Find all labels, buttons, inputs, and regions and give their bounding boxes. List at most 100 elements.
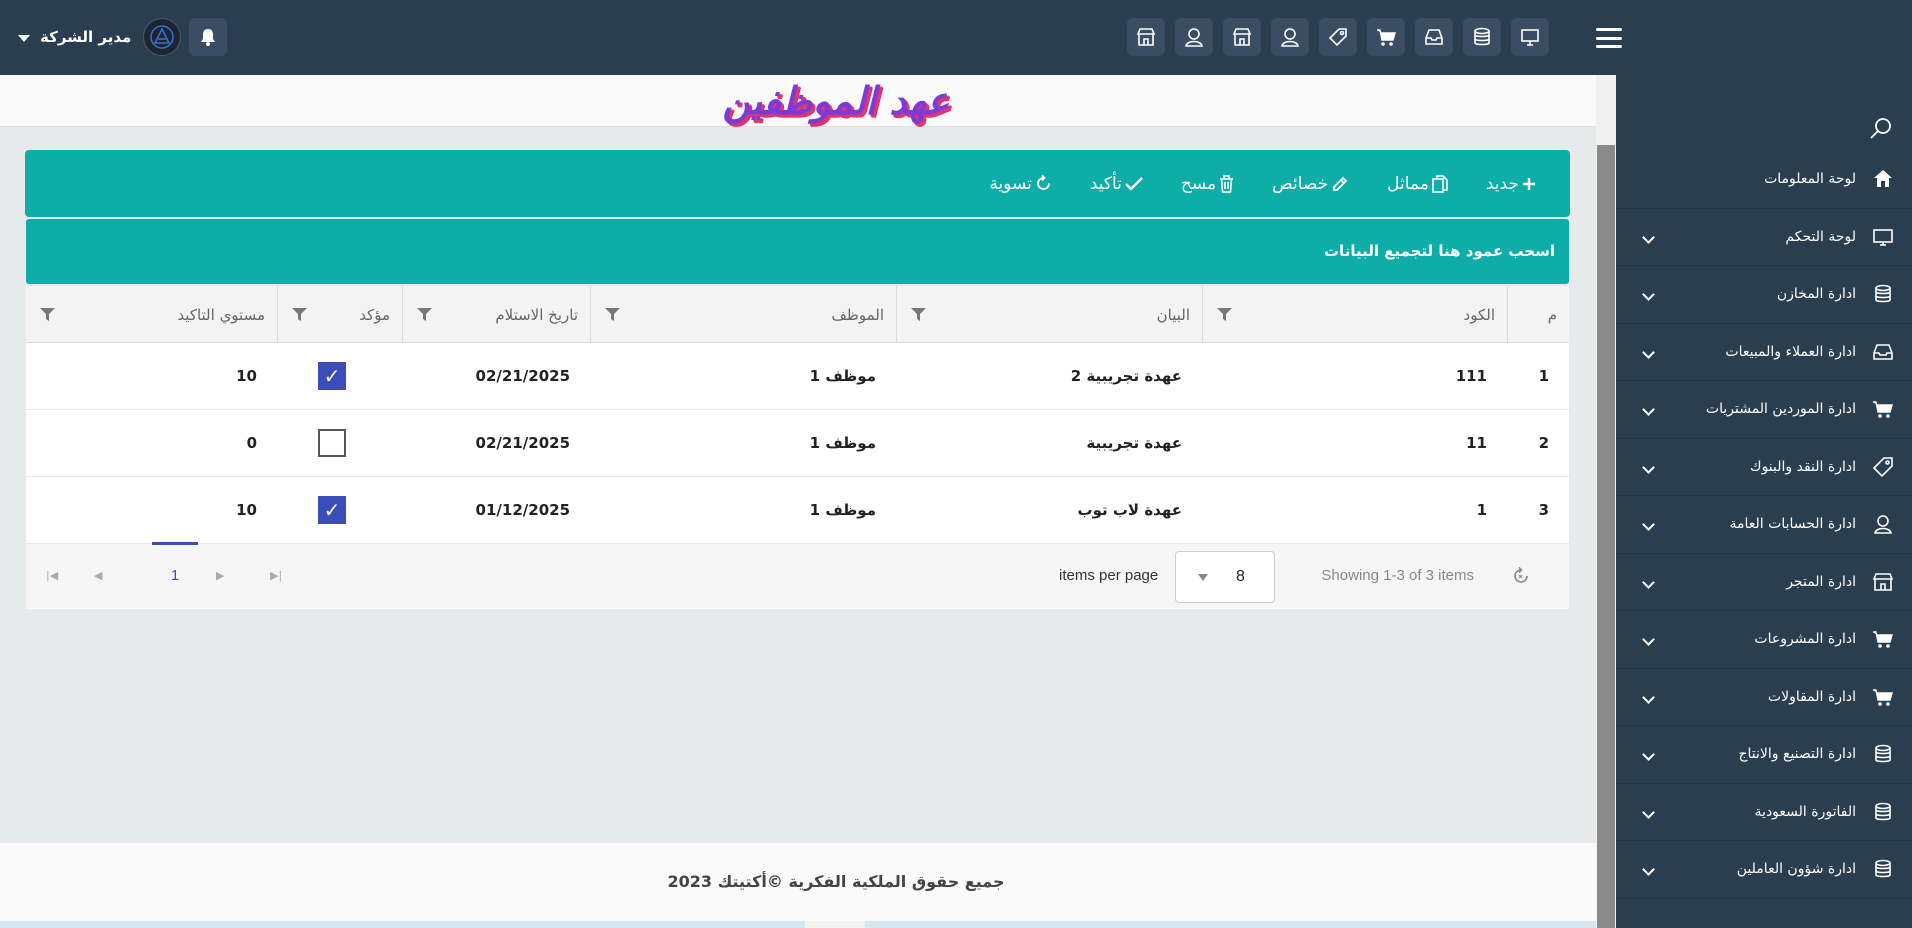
chevron-down-icon[interactable] <box>1642 518 1655 531</box>
purchases-shortcut-button[interactable] <box>1367 18 1405 56</box>
sidebar-item-label: ادارة التصنيع والانتاج <box>1738 746 1857 763</box>
accounts-shortcut-button-2[interactable] <box>1271 18 1309 56</box>
caret-down-icon[interactable] <box>18 34 30 42</box>
properties-label: خصائص <box>1272 173 1329 194</box>
chevron-down-icon[interactable] <box>1642 748 1655 761</box>
scrollbar-thumb[interactable] <box>1597 145 1615 928</box>
chevron-down-icon[interactable] <box>1642 805 1655 819</box>
group-drop-zone[interactable]: اسحب عمود هنا لتجميع البيانات <box>26 219 1569 284</box>
user-name[interactable]: مدير الشركة <box>40 28 131 46</box>
chevron-down-icon[interactable] <box>1642 460 1655 474</box>
filter-icon[interactable] <box>1217 308 1232 321</box>
filter-icon[interactable] <box>911 308 926 321</box>
sidebar-search-button[interactable] <box>1868 115 1894 145</box>
notifications-button[interactable] <box>189 18 228 56</box>
sidebar-item[interactable]: ادارة الموردين المشتريات <box>1616 381 1912 439</box>
group-hint: اسحب عمود هنا لتجميع البيانات <box>1323 242 1555 260</box>
sidebar-item[interactable]: ادارة العملاء والمبيعات <box>1616 324 1912 381</box>
sidebar-item[interactable]: الفاتورة السعودية <box>1616 784 1912 841</box>
column-header-statement[interactable]: البيان <box>896 286 1202 343</box>
chevron-down-icon[interactable] <box>1642 575 1655 589</box>
tag-icon <box>1870 454 1896 480</box>
refresh-button[interactable] <box>1511 566 1531 590</box>
filter-icon[interactable] <box>40 308 55 321</box>
cell-text: عهدة تجريبية <box>1086 434 1182 452</box>
settle-button[interactable]: تسوية <box>989 174 1052 194</box>
cell-text: 0 <box>246 434 257 452</box>
confirmed-checkbox[interactable]: ✓ <box>318 362 346 390</box>
confirmed-checkbox[interactable]: ✓ <box>318 496 346 524</box>
horizontal-scrollbar-thumb[interactable] <box>805 921 865 928</box>
avatar[interactable] <box>143 18 182 56</box>
sidebar-item[interactable]: ادارة النقد والبنوك <box>1616 439 1912 496</box>
store-shortcut-button[interactable] <box>1127 18 1165 56</box>
dashboard-shortcut-button[interactable] <box>1511 18 1549 56</box>
page-size-select[interactable]: 8 <box>1175 551 1275 603</box>
cell-text: 01/12/2025 <box>475 501 570 519</box>
column-header-confirmed[interactable]: مؤكد <box>277 286 402 343</box>
horizontal-scrollbar[interactable] <box>0 921 1596 928</box>
sidebar-item-label: ادارة المتجر <box>1786 573 1856 590</box>
filter-icon[interactable] <box>605 308 620 321</box>
page-number-current[interactable]: 1 <box>152 542 198 609</box>
confirm-button[interactable]: تأكيد <box>1090 174 1143 194</box>
menu-toggle-button[interactable] <box>1596 28 1622 48</box>
sidebar-item[interactable]: ادارة المقاولات <box>1616 669 1912 726</box>
column-header-confirm-level[interactable]: مستوي التاكيد <box>26 286 277 343</box>
filter-icon[interactable] <box>292 308 307 321</box>
filter-icon[interactable] <box>417 308 432 321</box>
cell-employee: موظف 1 <box>590 477 896 543</box>
cell-confirm-level: 0 <box>26 410 277 476</box>
column-header-code[interactable]: الكود <box>1202 286 1507 343</box>
database-icon <box>1870 799 1896 825</box>
chevron-down-icon[interactable] <box>1642 633 1655 646</box>
database-icon <box>1870 856 1896 882</box>
column-header-receive-date[interactable]: تاريخ الاستلام <box>402 286 590 343</box>
store-shortcut-button-2[interactable] <box>1223 18 1261 56</box>
sidebar-item[interactable]: لوحة التحكم <box>1616 209 1912 266</box>
accounts-shortcut-button[interactable] <box>1175 18 1213 56</box>
confirmed-checkbox[interactable] <box>318 429 346 457</box>
store-icon <box>1870 569 1896 595</box>
sidebar-item[interactable]: ادارة التصنيع والانتاج <box>1616 726 1912 784</box>
prev-page-icon[interactable]: ◀ <box>94 569 102 582</box>
column-header-no[interactable]: م <box>1507 286 1569 343</box>
cash-shortcut-button[interactable] <box>1319 18 1357 56</box>
check-icon <box>1125 176 1143 191</box>
sidebar-item[interactable]: ادارة الحسابات العامة <box>1616 496 1912 554</box>
first-page-icon[interactable]: |◀ <box>46 569 58 582</box>
sidebar-item-label: ادارة العملاء والمبيعات <box>1725 343 1856 360</box>
similar-label: مماثل <box>1387 173 1429 194</box>
pager: Showing 1-3 of 3 items 8 items per page … <box>26 542 1569 609</box>
table-row[interactable]: 2 11 عهدة تجريبية موظف 1 02/21/2025 0 <box>26 410 1569 477</box>
chevron-down-icon[interactable] <box>1642 690 1655 704</box>
delete-button[interactable]: مسح <box>1181 174 1234 194</box>
sidebar-item-label: ادارة النقد والبنوك <box>1750 458 1856 475</box>
cell-text: موظف 1 <box>809 501 876 519</box>
sidebar-item[interactable]: ادارة المتجر <box>1616 554 1912 611</box>
table-row[interactable]: 3 1 عهدة لاب توب موظف 1 01/12/2025 ✓ 10 <box>26 477 1569 544</box>
sidebar-item[interactable]: لوحة المعلومات <box>1616 151 1912 209</box>
properties-button[interactable]: خصائص <box>1272 174 1349 194</box>
last-page-icon[interactable]: ▶| <box>270 569 282 582</box>
cell-code: 1 <box>1202 477 1507 543</box>
chevron-down-icon[interactable] <box>1642 230 1655 244</box>
sidebar-item[interactable]: ادارة المشروعات <box>1616 611 1912 669</box>
chevron-down-icon[interactable] <box>1642 345 1655 359</box>
similar-button[interactable]: مماثل <box>1387 174 1448 194</box>
table-row[interactable]: 1 111 عهدة تجريبية 2 موظف 1 02/21/2025 ✓ 10 <box>26 343 1569 410</box>
cell-text: 10 <box>236 501 257 519</box>
column-header-employee[interactable]: الموظف <box>590 286 896 343</box>
cell-code: 111 <box>1202 343 1507 409</box>
hamburger-line <box>1596 28 1622 31</box>
cell-confirmed <box>277 410 402 476</box>
chevron-down-icon[interactable] <box>1642 403 1655 416</box>
sidebar-item[interactable]: ادارة المخازن <box>1616 266 1912 324</box>
next-page-icon[interactable]: ▶ <box>216 569 224 582</box>
sales-shortcut-button[interactable] <box>1415 18 1453 56</box>
warehouse-shortcut-button[interactable] <box>1463 18 1501 56</box>
confirm-label: تأكيد <box>1089 173 1122 194</box>
chevron-down-icon[interactable] <box>1642 288 1655 301</box>
new-button[interactable]: جديد <box>1486 174 1536 194</box>
user-menu[interactable]: مدير الشركة <box>18 18 228 56</box>
